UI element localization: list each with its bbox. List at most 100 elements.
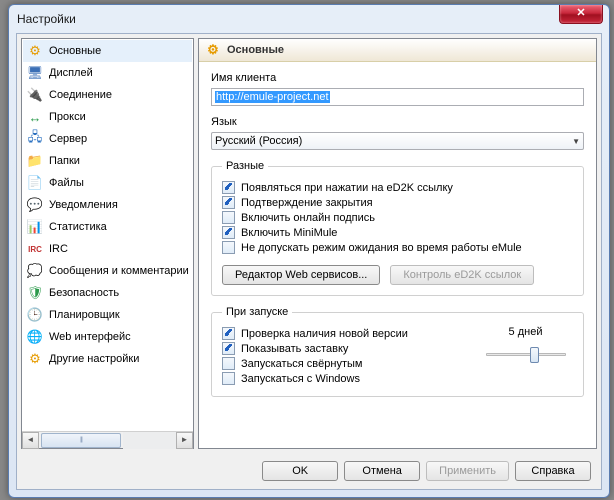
sidebar-item-14[interactable]: ⚙ Другие настройки xyxy=(23,348,192,370)
sidebar-item-label: Прокси xyxy=(49,111,86,123)
sidebar-item-8[interactable]: 📊 Статистика xyxy=(23,216,192,238)
dialog-buttons: OK Отмена Применить Справка xyxy=(17,453,601,489)
content-body: Имя клиента http://emule-project.net Язы… xyxy=(199,62,596,448)
misc-checkbox-2[interactable] xyxy=(222,211,235,224)
sidebar-item-5[interactable]: 📁 Папки xyxy=(23,150,192,172)
misc-checkbox-3[interactable] xyxy=(222,226,235,239)
chevron-down-icon: ▼ xyxy=(572,137,580,146)
apply-button[interactable]: Применить xyxy=(426,461,509,481)
startup-label-3: Запускаться с Windows xyxy=(241,373,360,385)
sidebar-item-10[interactable]: 💭 Сообщения и комментарии xyxy=(23,260,192,282)
sidebar-item-label: Дисплей xyxy=(49,67,93,79)
client-name-value: http://emule-project.net xyxy=(215,91,330,103)
sidebar-item-label: Уведомления xyxy=(49,199,118,211)
sidebar-icon: 📁 xyxy=(27,153,43,169)
titlebar[interactable]: Настройки ✕ xyxy=(9,5,609,33)
sidebar-item-label: Файлы xyxy=(49,177,84,189)
sidebar-icon: 💭 xyxy=(27,263,43,279)
misc-label-4: Не допускать режим ожидания во время раб… xyxy=(241,242,522,254)
days-slider[interactable] xyxy=(486,344,566,364)
sidebar-item-13[interactable]: 🌐 Web интерфейс xyxy=(23,326,192,348)
sidebar-icon: ↔ xyxy=(27,109,43,125)
misc-row-1: Подтверждение закрытия xyxy=(222,195,573,210)
misc-checkbox-0[interactable] xyxy=(222,181,235,194)
gear-icon: ⚙ xyxy=(205,42,221,58)
sidebar-item-label: Сервер xyxy=(49,133,87,145)
misc-button-row: Редактор Web сервисов... Контроль eD2K с… xyxy=(222,265,573,285)
misc-row-0: Появляться при нажатии на eD2K ссылку xyxy=(222,180,573,195)
misc-legend: Разные xyxy=(222,160,268,172)
sidebar-icon: 📊 xyxy=(27,219,43,235)
sidebar-list[interactable]: ⚙ Основные 🖥 Дисплей 🔌Соединение ↔ Прокси 🖧 Серв… xyxy=(22,39,193,431)
settings-window: Настройки ✕ ⚙ Основные 🖥 Дисплей 🔌Соединение… xyxy=(8,4,610,498)
sidebar-icon: ⚙ xyxy=(27,351,43,367)
startup-checkbox-0[interactable] xyxy=(222,327,235,340)
startup-checkbox-3[interactable] xyxy=(222,372,235,385)
sidebar-icon: 🛡 xyxy=(27,285,43,301)
sidebar-item-4[interactable]: 🖧 Сервер xyxy=(23,128,192,150)
window-title: Настройки xyxy=(15,12,76,26)
startup-label-2: Запускаться свёрнутым xyxy=(241,358,362,370)
sidebar-icon: 🌐 xyxy=(27,329,43,345)
sidebar-item-3[interactable]: ↔ Прокси xyxy=(23,106,192,128)
content-panel: ⚙ Основные Имя клиента http://emule-proj… xyxy=(198,38,597,449)
startup-legend: При запуске xyxy=(222,306,292,318)
scroll-right-arrow[interactable]: ► xyxy=(176,432,193,449)
startup-row-3: Запускаться с Windows xyxy=(222,371,478,386)
ok-button[interactable]: OK xyxy=(262,461,338,481)
scroll-left-arrow[interactable]: ◄ xyxy=(22,432,39,449)
help-button[interactable]: Справка xyxy=(515,461,591,481)
startup-row-0: Проверка наличия новой версии xyxy=(222,326,478,341)
client-name-label: Имя клиента xyxy=(211,72,584,84)
panes: ⚙ Основные 🖥 Дисплей 🔌Соединение ↔ Прокси 🖧 Серв… xyxy=(17,34,601,453)
sidebar-icon: 🖧 xyxy=(27,131,43,147)
sidebar-hscroll[interactable]: ◄ ► xyxy=(22,431,193,448)
sidebar-item-6[interactable]: 📄Файлы xyxy=(23,172,192,194)
sidebar-item-1[interactable]: 🖥 Дисплей xyxy=(23,62,192,84)
client-name-input[interactable]: http://emule-project.net xyxy=(211,88,584,106)
misc-group: Разные Появляться при нажатии на eD2K сс… xyxy=(211,160,584,296)
web-services-editor-button[interactable]: Редактор Web сервисов... xyxy=(222,265,380,285)
misc-checkbox-4[interactable] xyxy=(222,241,235,254)
content-header: ⚙ Основные xyxy=(199,39,596,62)
startup-checkbox-1[interactable] xyxy=(222,342,235,355)
sidebar-item-2[interactable]: 🔌Соединение xyxy=(23,84,192,106)
sidebar-item-7[interactable]: 💬 Уведомления xyxy=(23,194,192,216)
scroll-track[interactable] xyxy=(123,432,176,449)
sidebar-icon: 💬 xyxy=(27,197,43,213)
sidebar-item-label: Сообщения и комментарии xyxy=(49,265,189,277)
sidebar-icon: 🖥 xyxy=(27,65,43,81)
misc-checkbox-1[interactable] xyxy=(222,196,235,209)
sidebar-item-label: Статистика xyxy=(49,221,107,233)
startup-checkbox-2[interactable] xyxy=(222,357,235,370)
misc-row-3: Включить MiniMule xyxy=(222,225,573,240)
slider-thumb[interactable] xyxy=(530,347,539,363)
misc-label-0: Появляться при нажатии на eD2K ссылку xyxy=(241,182,453,194)
sidebar-item-label: Соединение xyxy=(49,89,112,101)
startup-group: При запуске Проверка наличия новой верси… xyxy=(211,306,584,397)
slider-track xyxy=(486,353,566,356)
misc-label-2: Включить онлайн подпись xyxy=(241,212,375,224)
sidebar-icon: IRC xyxy=(27,241,43,257)
sidebar-item-9[interactable]: IRC IRC xyxy=(23,238,192,260)
cancel-button[interactable]: Отмена xyxy=(344,461,420,481)
sidebar-item-label: Папки xyxy=(49,155,80,167)
startup-row-1: Показывать заставку xyxy=(222,341,478,356)
sidebar-item-label: Другие настройки xyxy=(49,353,139,365)
language-select[interactable]: Русский (Россия) ▼ xyxy=(211,132,584,150)
sidebar-item-label: IRC xyxy=(49,243,68,255)
language-value: Русский (Россия) xyxy=(215,135,302,147)
sidebar-item-12[interactable]: 🕒Планировщик xyxy=(23,304,192,326)
sidebar-item-label: Планировщик xyxy=(49,309,120,321)
sidebar-item-label: Основные xyxy=(49,45,101,57)
sidebar-icon: ⚙ xyxy=(27,43,43,59)
scroll-thumb[interactable] xyxy=(41,433,121,448)
client-area: ⚙ Основные 🖥 Дисплей 🔌Соединение ↔ Прокси 🖧 Серв… xyxy=(16,33,602,490)
sidebar-item-0[interactable]: ⚙ Основные xyxy=(23,40,192,62)
sidebar-item-11[interactable]: 🛡Безопасность xyxy=(23,282,192,304)
close-button[interactable]: ✕ xyxy=(559,5,603,24)
days-label: 5 дней xyxy=(478,326,573,338)
sidebar-item-label: Web интерфейс xyxy=(49,331,131,343)
ed2k-link-check-button[interactable]: Контроль eD2K ссылок xyxy=(390,265,534,285)
misc-label-1: Подтверждение закрытия xyxy=(241,197,373,209)
